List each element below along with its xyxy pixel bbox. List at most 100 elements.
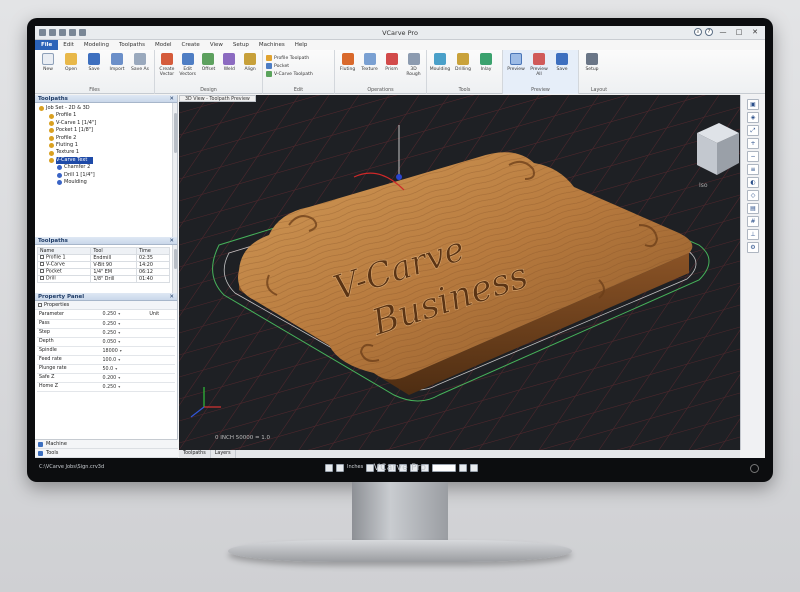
ribbon-group-preview: Preview Preview All Save Preview [503, 50, 579, 94]
view-iso-icon[interactable]: ◈ [747, 112, 759, 123]
shading-icon[interactable]: ◐ [747, 177, 759, 188]
tree-item[interactable]: V-Carve 1 [1/4"] [39, 120, 177, 127]
search-icon[interactable]: ⌕ [694, 28, 702, 36]
tree-item[interactable]: Job Set - 2D & 3D [39, 105, 177, 112]
tree-item[interactable]: Chamfer 2 [39, 164, 177, 171]
menu-machines[interactable]: Machines [254, 42, 290, 48]
tree-item[interactable]: Profile 1 [39, 112, 177, 119]
maximize-icon[interactable]: □ [732, 28, 746, 37]
wireframe-icon[interactable]: ◇ [747, 190, 759, 201]
ribbon-pocket[interactable]: Pocket [266, 63, 313, 69]
table-row[interactable]: V-Carve V-Bit 90 14:20 [36, 261, 170, 269]
menu-model[interactable]: Model [150, 42, 177, 48]
table-row[interactable]: Pocket 1/4" EM 06:12 [36, 268, 170, 276]
monitor: VCarve Pro ⌕ ? — □ ✕ File Edit Modeling … [27, 18, 773, 482]
view-top-icon[interactable]: ▣ [747, 99, 759, 110]
row-checkbox[interactable] [40, 276, 44, 281]
tab-toolpaths[interactable]: Toolpaths [179, 450, 211, 458]
property-row[interactable]: Home Z 0.250 ▾ [37, 382, 175, 392]
monitor-stand-neck [352, 482, 448, 544]
toolpath-icon [49, 143, 54, 149]
zoom-in-icon[interactable]: + [747, 138, 759, 149]
property-row[interactable]: Parameter 0.250 ▾ Unit [37, 310, 175, 320]
dropdown-arrow-icon[interactable]: ▾ [118, 384, 120, 389]
property-row[interactable]: Spindle 18000 ▾ [37, 346, 175, 356]
dropdown-arrow-icon[interactable]: ▾ [118, 330, 120, 335]
help-icon[interactable]: ? [705, 28, 713, 36]
tool-tip [396, 174, 402, 180]
table-row[interactable]: Drill 1/8" Drill 01:40 [36, 275, 170, 283]
3d-viewport[interactable]: V-Carve Business Iso 0 INCH 50000 = 1.0 … [35, 26, 765, 458]
minimize-icon[interactable]: — [716, 28, 730, 37]
ribbon-vcarve-toolpath[interactable]: V-Carve Toolpath [266, 71, 313, 77]
property-row[interactable]: Plunge rate 50.0 ▾ [37, 364, 175, 374]
tree-item[interactable]: Moulding [39, 179, 177, 186]
menu-edit[interactable]: Edit [58, 42, 79, 48]
property-row[interactable]: Step 0.250 ▾ [37, 328, 175, 338]
dropdown-arrow-icon[interactable]: ▾ [118, 339, 120, 344]
fluting-icon [341, 53, 354, 65]
row-checkbox[interactable] [40, 269, 44, 274]
scale-readout: 0 INCH 50000 = 1.0 [215, 435, 271, 441]
tree-scrollbar[interactable] [172, 103, 177, 237]
property-row[interactable]: Depth 0.050 ▾ [37, 337, 175, 347]
align-icon [244, 53, 257, 65]
tools-icon [38, 450, 43, 456]
column-header[interactable]: Tool [90, 247, 138, 255]
power-button-icon[interactable] [750, 464, 759, 473]
column-header[interactable]: Time [136, 247, 170, 255]
ribbon-profile-toolpath[interactable]: Profile Toolpath [266, 55, 313, 61]
material-icon[interactable]: ▤ [747, 203, 759, 214]
tree-item[interactable]: Profile 2 [39, 135, 177, 142]
grid-line [510, 392, 741, 458]
pin-icon[interactable]: ✕ [169, 95, 174, 103]
menu-bar: File Edit Modeling Toolpaths Model Creat… [35, 40, 765, 50]
list-scrollbar[interactable] [172, 245, 177, 293]
ribbon-group-design: Create Vector Edit Vectors Offset Weld A… [155, 50, 263, 94]
property-row[interactable]: Pass 0.250 ▾ [37, 319, 175, 329]
tree-item[interactable]: Drill 1 [1/4"] [39, 172, 177, 179]
menu-file[interactable]: File [35, 40, 59, 50]
dropdown-arrow-icon[interactable]: ▾ [118, 357, 120, 362]
layers-icon[interactable]: ≡ [747, 164, 759, 175]
close-icon[interactable]: ✕ [748, 28, 762, 37]
pocket-icon [266, 63, 272, 69]
viewport-canvas[interactable]: V-Carve Business Iso 0 INCH 50000 = 1.0 [35, 26, 765, 458]
grid-icon[interactable]: # [747, 216, 759, 227]
close-icon[interactable]: ✕ [169, 293, 174, 301]
table-row[interactable]: Profile 1 Endmill 02:35 [36, 254, 170, 262]
tools-tab[interactable]: Tools [35, 449, 178, 458]
properties-checkbox[interactable] [38, 302, 42, 307]
close-icon[interactable]: ✕ [169, 237, 174, 245]
settings-icon[interactable]: ⚙ [747, 242, 759, 253]
tab-layers[interactable]: Layers [211, 450, 236, 458]
preview-all-icon [533, 53, 545, 65]
menu-modeling[interactable]: Modeling [79, 42, 114, 48]
measure-icon[interactable]: ⊥ [747, 229, 759, 240]
dropdown-arrow-icon[interactable]: ▾ [118, 321, 120, 326]
menu-setup[interactable]: Setup [228, 42, 254, 48]
tree-item[interactable]: Pocket 1 [1/8"] [39, 127, 177, 134]
tree-item[interactable]: V-Carve Text [39, 156, 177, 165]
column-header[interactable]: Name [36, 247, 92, 255]
row-checkbox[interactable] [40, 255, 44, 260]
row-checkbox[interactable] [40, 262, 44, 267]
dropdown-arrow-icon[interactable]: ▾ [118, 375, 120, 380]
property-row[interactable]: Safe Z 0.200 ▾ [37, 373, 175, 383]
zoom-extents-icon[interactable]: ⤢ [747, 125, 759, 136]
toolpath-icon [49, 113, 54, 119]
dropdown-arrow-icon[interactable]: ▾ [120, 348, 122, 353]
viewport-tab[interactable]: 3D View - Toolpath Preview [179, 95, 256, 102]
toolpath-list: Name Tool Time Profile 1 Endmill 02:35 V-Carve… [35, 245, 177, 293]
menu-toolpaths[interactable]: Toolpaths [114, 42, 150, 48]
menu-view[interactable]: View [205, 42, 228, 48]
dropdown-arrow-icon[interactable]: ▾ [115, 366, 117, 371]
zoom-out-icon[interactable]: − [747, 151, 759, 162]
menu-create[interactable]: Create [177, 42, 205, 48]
left-pane: Toolpaths ✕ Job Set - 2D & 3D Profile 1 V-C… [35, 95, 178, 439]
tree-item[interactable]: Fluting 1 [39, 142, 177, 149]
tree-item[interactable]: Texture 1 [39, 149, 177, 156]
property-row[interactable]: Feed rate 100.0 ▾ [37, 355, 175, 365]
dropdown-arrow-icon[interactable]: ▾ [118, 311, 120, 316]
menu-help[interactable]: Help [290, 42, 313, 48]
